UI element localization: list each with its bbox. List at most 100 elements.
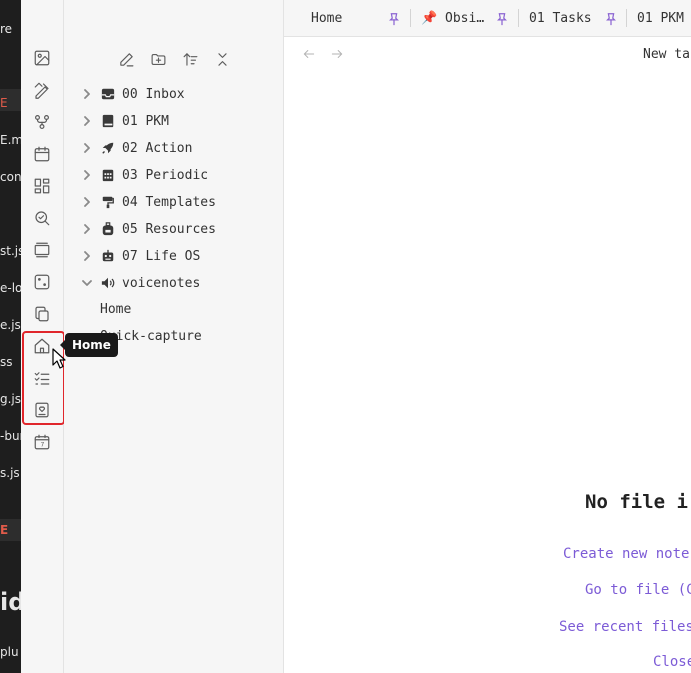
- mouse-cursor-icon: [52, 348, 66, 369]
- folder-item[interactable]: 03 Periodic: [80, 163, 208, 187]
- paint-roller-icon: [100, 194, 116, 210]
- chevron-right-icon: [80, 143, 94, 153]
- backpack-icon: [100, 221, 116, 237]
- background-text: g.js: [0, 392, 21, 406]
- see-recent-files-link[interactable]: See recent files: [559, 619, 691, 635]
- ribbon-button[interactable]: [30, 78, 54, 102]
- arrow-right-icon: [331, 50, 343, 58]
- new-note-button[interactable]: [114, 47, 138, 71]
- folder-item[interactable]: 00 Inbox: [80, 82, 185, 106]
- folder-item[interactable]: 07 Life OS: [80, 244, 200, 268]
- book-icon: [100, 113, 116, 129]
- ribbon-button[interactable]: [30, 302, 54, 326]
- chevron-right-icon: [80, 224, 94, 234]
- ribbon-button[interactable]: [30, 110, 54, 134]
- tooltip: Home: [60, 333, 118, 357]
- forward-button[interactable]: [330, 46, 348, 64]
- folder-label: 02 Action: [122, 140, 193, 156]
- background-text: s.js: [0, 466, 20, 480]
- tab-pkm[interactable]: 01 PKM: [637, 0, 684, 36]
- pin-icon[interactable]: [604, 0, 618, 36]
- chevron-right-icon: [80, 116, 94, 126]
- background-text: ss: [0, 355, 13, 369]
- background-text: re: [0, 22, 13, 36]
- tab-separator: [626, 9, 627, 27]
- search-check-icon: [35, 211, 50, 226]
- background-text: E.m: [0, 133, 21, 147]
- pencil-ruler-icon: [34, 82, 49, 99]
- background-text: con: [0, 170, 21, 184]
- new-folder-button[interactable]: [146, 47, 170, 71]
- tab-separator: [410, 9, 411, 27]
- copy-icon: [35, 306, 49, 322]
- create-new-note-link[interactable]: Create new note: [563, 546, 689, 562]
- close-link[interactable]: Close: [653, 654, 691, 670]
- empty-state-heading: No file i: [585, 491, 688, 513]
- folder-label: 00 Inbox: [122, 86, 185, 102]
- sort-icon: [183, 52, 197, 66]
- folder-item[interactable]: 05 Resources: [80, 217, 216, 241]
- dice-icon: [34, 274, 50, 290]
- main-content: New ta No file i Create new note Go to f…: [284, 37, 691, 673]
- image-icon: [34, 50, 50, 66]
- folder-label: voicenotes: [122, 275, 201, 291]
- new-folder-icon: [151, 53, 165, 65]
- go-to-file-link[interactable]: Go to file (C: [585, 582, 691, 598]
- collapse-all-button[interactable]: [210, 47, 234, 71]
- back-button[interactable]: [302, 46, 320, 64]
- ribbon-button[interactable]: [30, 398, 54, 422]
- home-ribbon-button[interactable]: [30, 334, 54, 358]
- collapse-icon: [217, 52, 227, 66]
- tab-home[interactable]: Home: [311, 0, 343, 36]
- chevron-right-icon: [80, 197, 94, 207]
- file-item[interactable]: Home: [100, 302, 131, 317]
- folder-label: 04 Templates: [122, 194, 216, 210]
- ribbon-button[interactable]: [30, 238, 54, 262]
- chevron-down-icon: [80, 278, 94, 288]
- background-window: re E E.m con st.js e-lo e.js ss g.js -bu…: [0, 0, 21, 673]
- tab-label: Home: [311, 11, 343, 26]
- sort-button[interactable]: [178, 47, 202, 71]
- tab-obsidian[interactable]: 📌 Obsi…: [421, 0, 485, 36]
- tab-label: 📌 Obsi…: [421, 11, 485, 26]
- slides-icon: [34, 242, 50, 258]
- folder-label: 03 Periodic: [122, 167, 209, 183]
- folder-item[interactable]: 02 Action: [80, 136, 192, 160]
- background-text: E: [0, 523, 9, 537]
- ribbon-button[interactable]: 7: [30, 430, 54, 454]
- background-text: id: [0, 588, 21, 616]
- ribbon-button[interactable]: [30, 270, 54, 294]
- ribbon-button[interactable]: [30, 174, 54, 198]
- ribbon: 7: [21, 0, 64, 673]
- calendar-icon: [34, 146, 50, 162]
- arrow-left-icon: [303, 50, 315, 58]
- pin-icon[interactable]: [387, 0, 401, 36]
- tab-label: 01 Tasks: [529, 11, 592, 26]
- checklist-icon: [34, 372, 50, 385]
- background-text: E: [0, 96, 8, 110]
- background-text: plu: [0, 645, 19, 659]
- folder-item[interactable]: 01 PKM: [80, 109, 169, 133]
- folder-label: 07 Life OS: [122, 248, 201, 264]
- folder-item-expanded[interactable]: voicenotes: [80, 271, 200, 295]
- robot-icon: [100, 248, 116, 264]
- background-text: st.js: [0, 244, 21, 258]
- calendar-7-icon: 7: [34, 434, 50, 450]
- ribbon-button[interactable]: [30, 366, 54, 390]
- background-text: -bur: [0, 429, 21, 443]
- background-text: e-lo: [0, 281, 21, 295]
- tab-tasks[interactable]: 01 Tasks: [529, 0, 592, 36]
- chevron-right-icon: [80, 251, 94, 261]
- pin-icon[interactable]: [495, 0, 509, 36]
- rocket-icon: [100, 140, 116, 156]
- calendar-grid-icon: [100, 167, 116, 183]
- ribbon-button[interactable]: [30, 142, 54, 166]
- ribbon-button[interactable]: [30, 46, 54, 70]
- dashboard-icon: [34, 178, 50, 194]
- home-icon: [34, 338, 50, 354]
- heart-box-icon: [35, 402, 49, 418]
- folder-label: 05 Resources: [122, 221, 216, 237]
- ribbon-button[interactable]: [30, 206, 54, 230]
- folder-item[interactable]: 04 Templates: [80, 190, 216, 214]
- tab-label: 01 PKM: [637, 11, 684, 26]
